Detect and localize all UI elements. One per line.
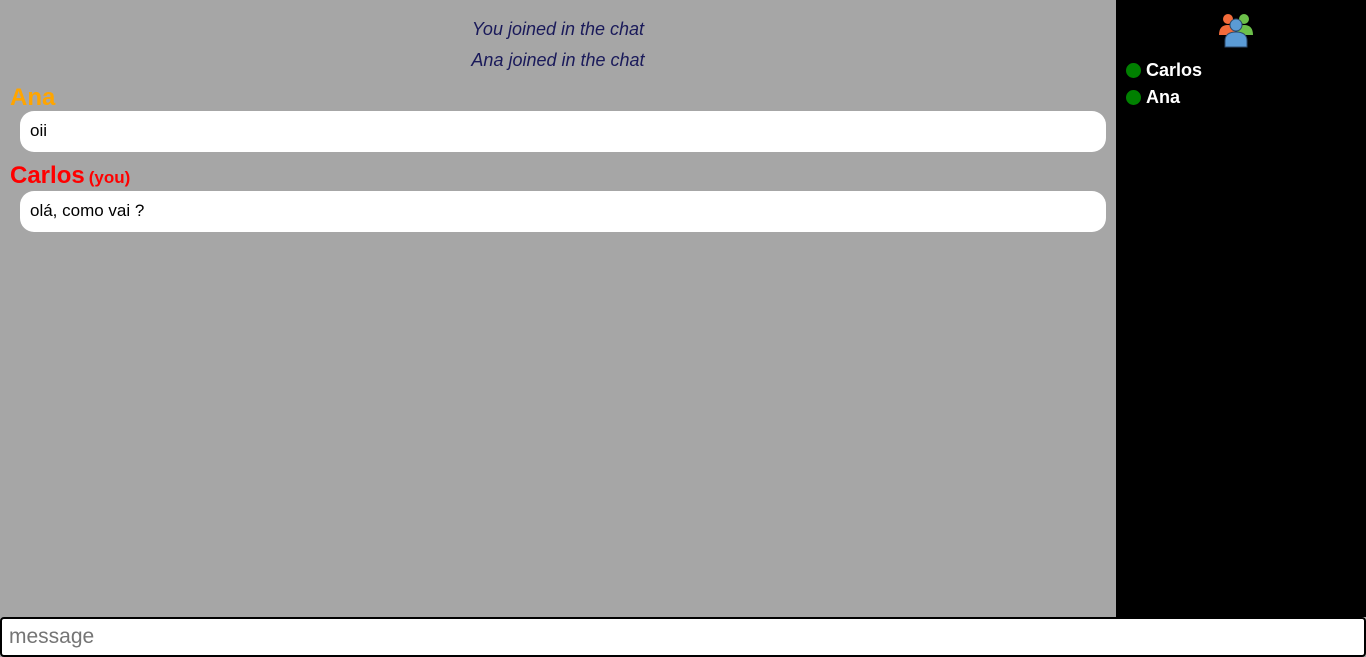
message-input[interactable] [0,617,1366,657]
message-bubble: oii [20,111,1106,152]
online-user-item: Ana [1126,87,1180,107]
message-bubble: olá, como vai ? [20,191,1106,232]
message-author: Carlos (you) [10,162,130,190]
online-user-name: Ana [1146,86,1181,107]
users-group-icon [1219,14,1253,48]
online-status-dot [1126,89,1141,105]
author-name: Carlos [10,162,85,189]
online-users-sidebar: Carlos Ana [1116,0,1366,617]
online-user-item: Carlos [1126,60,1202,80]
chat-app: You joined in the chat Ana joined in the… [0,0,1366,657]
online-status-dot [1126,62,1141,78]
chat-messages-area[interactable]: You joined in the chat Ana joined in the… [0,0,1116,617]
message-author: Ana [10,84,55,112]
system-message: You joined in the chat [471,19,645,39]
author-name: Ana [10,84,56,111]
you-label: (you) [88,168,131,187]
online-user-name: Carlos [1146,59,1203,80]
system-message: Ana joined in the chat [471,50,645,70]
